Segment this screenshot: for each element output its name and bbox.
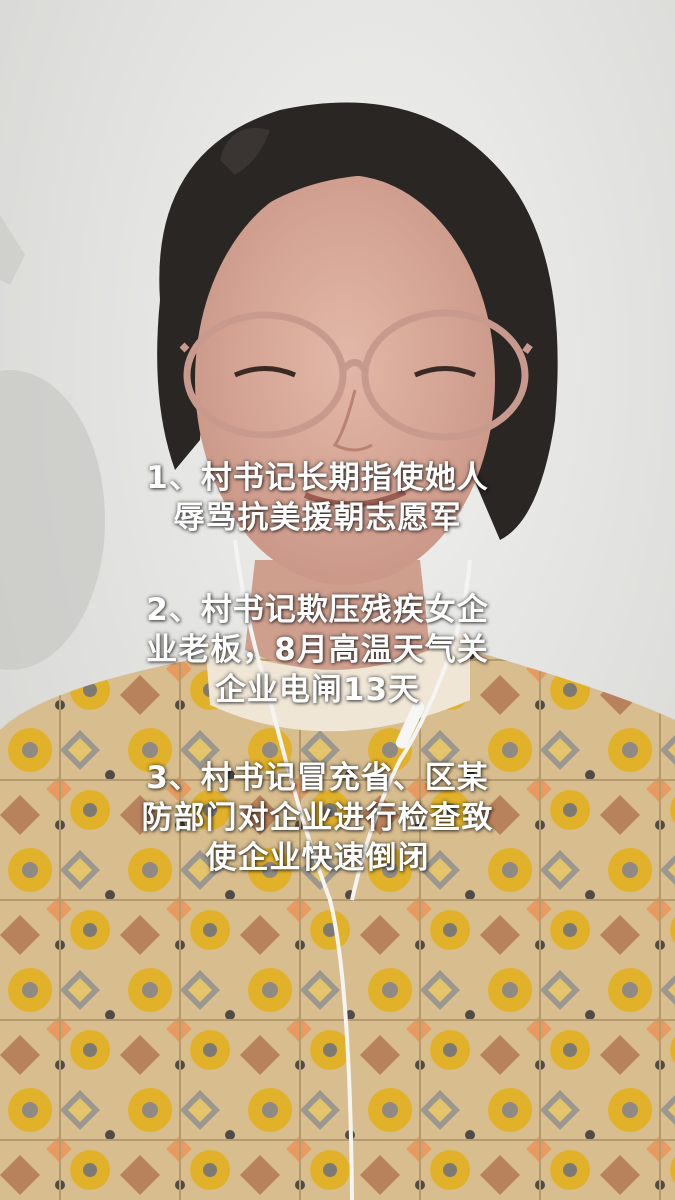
caption-item-2: 2、村书记欺压残疾女企 业老板，8月高温天气关 企业电闸13天 — [60, 590, 575, 710]
caption-3-line-2: 防部门对企业进行检查致 — [141, 800, 494, 836]
caption-2-line-1: 2、村书记欺压残疾女企 — [146, 592, 489, 628]
caption-1-line-1: 1、村书记长期指使她人 — [146, 460, 489, 496]
caption-3-line-1: 3、村书记冒充省、区某 — [146, 760, 489, 796]
caption-2-line-3: 企业电闸13天 — [214, 672, 421, 708]
shirt — [0, 650, 675, 1200]
caption-1-line-2: 辱骂抗美援朝志愿军 — [173, 500, 462, 536]
caption-2-line-2: 业老板，8月高温天气关 — [146, 632, 489, 668]
video-frame: 1、村书记长期指使她人 辱骂抗美援朝志愿军 2、村书记欺压残疾女企 业老板，8月… — [0, 0, 675, 1200]
caption-item-3: 3、村书记冒充省、区某 防部门对企业进行检查致 使企业快速倒闭 — [60, 758, 575, 878]
caption-item-1: 1、村书记长期指使她人 辱骂抗美援朝志愿军 — [60, 458, 575, 538]
caption-3-line-3: 使企业快速倒闭 — [205, 840, 430, 876]
